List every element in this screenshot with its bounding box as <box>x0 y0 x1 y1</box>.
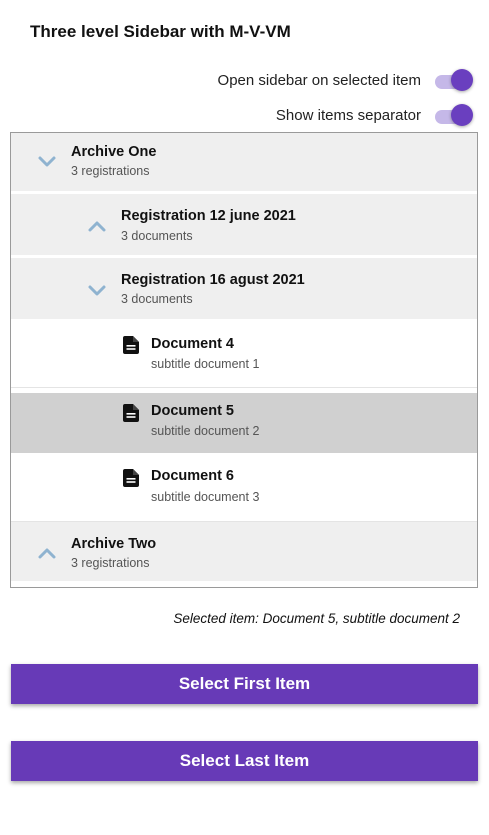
show-separator-toggle-row: Show items separator <box>276 102 473 128</box>
sidebar-tree: Archive One 3 registrations Registration… <box>10 132 478 588</box>
show-separator-label: Show items separator <box>275 106 421 124</box>
select-last-item-button[interactable]: Select Last Item <box>11 741 478 781</box>
toggle-thumb <box>451 104 473 126</box>
open-sidebar-label: Open sidebar on selected item <box>217 71 421 89</box>
document-item[interactable]: Document 6 subtitle document 3 <box>11 455 477 522</box>
document-title: Document 6 <box>151 468 234 484</box>
registration-16-item[interactable]: Registration 16 agust 2021 3 documents <box>11 258 477 322</box>
document-subtitle: subtitle document 1 <box>151 357 260 371</box>
show-separator-toggle[interactable] <box>433 102 473 128</box>
archive-one-title: Archive One <box>71 144 157 160</box>
registration-12-title: Registration 12 june 2021 <box>121 208 296 224</box>
selected-item-text: Selected item: Document 5, subtitle docu… <box>173 611 460 626</box>
chevron-down-icon <box>38 156 56 167</box>
chevron-up-icon <box>88 221 106 232</box>
document-item[interactable]: Document 4 subtitle document 1 <box>11 322 477 388</box>
select-first-item-button[interactable]: Select First Item <box>11 664 478 704</box>
registration-12-subtitle: 3 documents <box>121 229 193 243</box>
archive-one-subtitle: 3 registrations <box>71 164 150 178</box>
document-icon <box>123 336 139 354</box>
archive-two-subtitle: 3 registrations <box>71 556 150 570</box>
chevron-down-icon <box>88 285 106 296</box>
document-title: Document 5 <box>151 403 234 419</box>
registration-16-subtitle: 3 documents <box>121 292 193 306</box>
document-subtitle: subtitle document 3 <box>151 490 260 504</box>
archive-two-title: Archive Two <box>71 536 157 552</box>
page-title: Three level Sidebar with M-V-VM <box>30 22 291 41</box>
item-separator <box>11 387 477 388</box>
registration-16-title: Registration 16 agust 2021 <box>121 272 305 288</box>
document-item-selected[interactable]: Document 5 subtitle document 2 <box>11 393 477 453</box>
chevron-up-icon <box>38 548 56 559</box>
open-sidebar-toggle-row: Open sidebar on selected item <box>218 67 473 93</box>
open-sidebar-toggle[interactable] <box>433 67 473 93</box>
document-icon <box>123 469 139 487</box>
item-separator <box>11 581 477 584</box>
document-icon <box>123 404 139 422</box>
document-title: Document 4 <box>151 336 234 352</box>
document-subtitle: subtitle document 2 <box>151 424 260 438</box>
toggle-thumb <box>451 69 473 91</box>
archive-one-item[interactable]: Archive One 3 registrations <box>11 133 477 194</box>
archive-two-item[interactable]: Archive Two 3 registrations <box>11 522 477 584</box>
registration-12-item[interactable]: Registration 12 june 2021 3 documents <box>11 194 477 258</box>
